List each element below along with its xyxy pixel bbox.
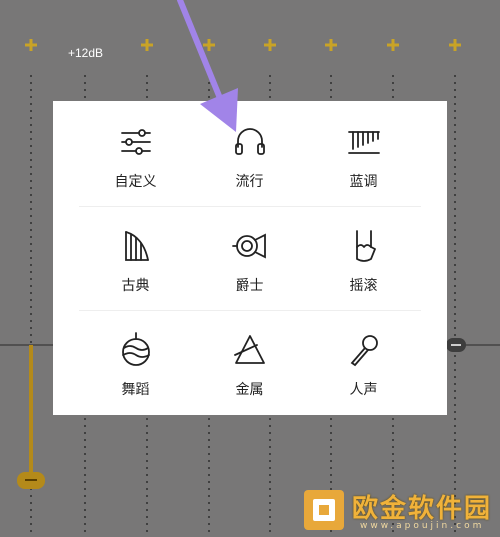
preset-blues[interactable]: 蓝调	[298, 101, 429, 205]
preset-pop[interactable]: 流行	[184, 101, 315, 205]
preset-rock[interactable]: 摇滚	[298, 205, 429, 309]
preset-label: 古典	[121, 278, 150, 294]
rock-hand-icon	[355, 230, 376, 262]
preset-classical[interactable]: 古典	[70, 205, 201, 309]
harp-icon	[124, 231, 149, 261]
preset-label: 人声	[349, 382, 378, 398]
preset-label: 摇滚	[349, 278, 378, 294]
preset-label: 流行	[235, 174, 264, 190]
sliders-icon	[120, 129, 151, 155]
gain-label: +12dB	[68, 46, 104, 60]
microphone-icon	[350, 335, 378, 367]
triangle-instrument-icon	[233, 335, 265, 364]
watermark-url: www.apoujin.com	[360, 521, 485, 531]
preset-panel: 自定义 流行 蓝调 古典 爵士 摇滚 舞蹈 金属 人声	[53, 101, 447, 415]
preset-label: 蓝调	[349, 174, 378, 190]
preset-vocal[interactable]: 人声	[298, 309, 429, 413]
french-horn-icon	[231, 233, 266, 259]
marimba-icon	[347, 131, 380, 154]
preset-custom[interactable]: 自定义	[70, 101, 201, 205]
preset-label: 金属	[235, 382, 264, 398]
preset-dance[interactable]: 舞蹈	[70, 309, 201, 413]
preset-label: 自定义	[114, 174, 157, 190]
headphones-icon	[234, 128, 265, 155]
watermark-brand: 欧金软件园	[352, 494, 493, 524]
preset-label: 舞蹈	[121, 382, 150, 398]
preset-label: 爵士	[235, 278, 264, 294]
watermark-logo: 欧金软件园 www.apoujin.com	[300, 486, 500, 537]
preset-metal[interactable]: 金属	[184, 309, 315, 413]
brand-mark-icon	[304, 490, 344, 530]
preset-jazz[interactable]: 爵士	[184, 205, 315, 309]
disco-ball-icon	[121, 332, 150, 366]
